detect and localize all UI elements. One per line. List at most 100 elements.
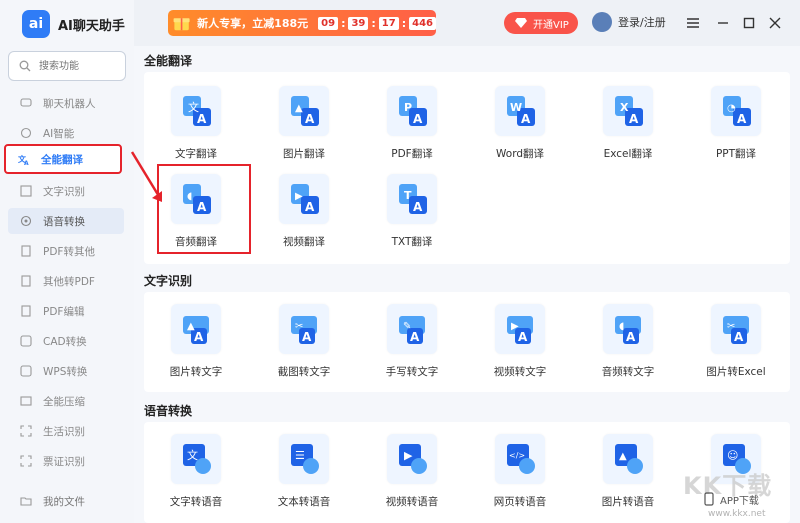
svg-text:A: A bbox=[24, 160, 29, 165]
tile-glyph: X bbox=[620, 101, 629, 114]
tile-icon-box: TA bbox=[387, 174, 437, 224]
sidebar-item-pdf-to-other[interactable]: PDF转其他 bbox=[8, 238, 124, 264]
tile-image-translate[interactable]: ▲ A 图片翻译 bbox=[256, 86, 352, 166]
tile-label: 视频翻译 bbox=[283, 236, 325, 248]
tile-word-translate[interactable]: WA Word翻译 bbox=[472, 86, 568, 166]
tile-image-to-speech[interactable]: ▲ 图片转语音 bbox=[580, 434, 676, 514]
app-download-button[interactable]: APP下载 bbox=[704, 488, 774, 510]
avatar bbox=[592, 12, 612, 32]
tile-audio-to-text[interactable]: ◖ A 音频转文字 bbox=[580, 304, 676, 384]
sidebar-item-ocr[interactable]: 文字识别 bbox=[8, 178, 124, 204]
sidebar-item-life-scan[interactable]: 生活识别 bbox=[8, 418, 124, 444]
tile-image-to-text[interactable]: ▲ A 图片转文字 bbox=[148, 304, 244, 384]
section-title-ocr: 文字识别 bbox=[144, 274, 193, 288]
svg-text:A: A bbox=[305, 112, 315, 126]
sidebar-item-compress[interactable]: 全能压缩 bbox=[8, 388, 124, 414]
text-to-speech-icon: 文 bbox=[183, 444, 211, 474]
minimize-button[interactable] bbox=[714, 14, 732, 32]
sidebar-item-label: WPS转换 bbox=[43, 365, 88, 378]
tile-pdf-translate[interactable]: PA PDF翻译 bbox=[364, 86, 460, 166]
menu-button[interactable] bbox=[684, 14, 702, 32]
svg-text:A: A bbox=[518, 330, 528, 344]
tile-icon-box: ◖ A bbox=[603, 304, 653, 354]
maximize-button[interactable] bbox=[740, 14, 758, 32]
tile-icon-box: ✂ A bbox=[279, 304, 329, 354]
tile-video-to-text[interactable]: ▶ A 视频转文字 bbox=[472, 304, 568, 384]
tile-glyph: P bbox=[404, 101, 412, 114]
svg-text:A: A bbox=[302, 330, 312, 344]
sidebar-item-wps[interactable]: WPS转换 bbox=[8, 358, 124, 384]
tile-label: 图片翻译 bbox=[283, 148, 325, 160]
tile-screenshot-to-text[interactable]: ✂ A 截图转文字 bbox=[256, 304, 352, 384]
section-title-translate: 全能翻译 bbox=[144, 54, 193, 68]
tile-icon-box: ▶ A bbox=[279, 174, 329, 224]
ticket-icon bbox=[20, 455, 32, 467]
tile-webpage-to-speech[interactable]: </> 网页转语音 bbox=[472, 434, 568, 514]
sidebar-item-label: PDF编辑 bbox=[43, 305, 85, 318]
image-to-text-icon: ▲A bbox=[183, 316, 209, 344]
close-button[interactable] bbox=[766, 14, 784, 32]
tile-image-to-excel[interactable]: ✂ A 图片转Excel bbox=[688, 304, 784, 384]
vip-button[interactable]: 开通VIP bbox=[504, 12, 578, 34]
pdf-translate-icon: PA bbox=[399, 96, 427, 126]
tile-icon-box: ▲ A bbox=[279, 86, 329, 136]
svg-text:A: A bbox=[197, 112, 207, 126]
sidebar-item-label: PDF转其他 bbox=[43, 245, 95, 258]
timer-minutes: 39 bbox=[348, 16, 369, 30]
tile-video-to-speech[interactable]: ▶ 视频转语音 bbox=[364, 434, 460, 514]
sidebar-item-label: 全能压缩 bbox=[43, 395, 85, 408]
countdown-timer: 09: 39: 17: 446 bbox=[318, 16, 436, 30]
sidebar-item-my-files[interactable]: 我的文件 bbox=[8, 490, 124, 512]
ppt-translate-icon: ◔A bbox=[723, 96, 751, 126]
sidebar-item-label: 生活识别 bbox=[43, 425, 85, 438]
tile-text-to-speech[interactable]: 文 文字转语音 bbox=[148, 434, 244, 514]
tile-icon-box: ◔ A bbox=[711, 86, 761, 136]
translate-icon: 文A bbox=[18, 154, 29, 165]
tile-glyph: </> bbox=[509, 451, 525, 460]
svg-text:A: A bbox=[737, 112, 747, 126]
maximize-icon bbox=[743, 17, 755, 29]
tile-doc-to-speech[interactable]: ☰ 文本转语音 bbox=[256, 434, 352, 514]
search-box[interactable] bbox=[8, 51, 126, 81]
text-translate-icon: 文A bbox=[183, 96, 211, 126]
promo-banner[interactable]: 新人专享，立减188元 09: 39: 17: 446 bbox=[168, 10, 436, 36]
arrow-icon bbox=[130, 151, 162, 202]
tile-handwriting-to-text[interactable]: ✎ A 手写转文字 bbox=[364, 304, 460, 384]
tile-txt-translate[interactable]: TA TXT翻译 bbox=[364, 174, 460, 254]
tile-label: 图片转语音 bbox=[601, 496, 655, 508]
menu-icon bbox=[687, 18, 699, 28]
diamond-icon bbox=[515, 18, 527, 28]
sidebar-item-ticket[interactable]: 票证识别 bbox=[8, 448, 124, 474]
login-button[interactable]: 登录/注册 bbox=[592, 12, 666, 32]
tile-glyph: ◔ bbox=[727, 103, 736, 114]
tile-label: 网页转语音 bbox=[493, 496, 547, 508]
sidebar-item-label: AI智能 bbox=[43, 127, 75, 140]
tile-video-translate[interactable]: ▶ A 视频翻译 bbox=[256, 174, 352, 254]
tile-glyph: T bbox=[404, 189, 412, 202]
sidebar-item-cad[interactable]: CAD转换 bbox=[8, 328, 124, 354]
tile-excel-translate[interactable]: XA Excel翻译 bbox=[580, 86, 676, 166]
tile-glyph: ☺ bbox=[727, 449, 738, 462]
main-content: 全能翻译 文A 文字翻译 ▲A 图片翻译 PA PDF翻译 WA Word翻译 bbox=[134, 46, 800, 523]
tile-icon-box: ▶ bbox=[387, 434, 437, 484]
sidebar-item-label: 票证识别 bbox=[43, 455, 85, 468]
sidebar: ai AI聊天助手 聊天机器人 AI智能 文A 全能翻译 文字识别 语音转换 P… bbox=[0, 0, 134, 523]
sidebar-item-ai[interactable]: AI智能 bbox=[8, 120, 124, 146]
sidebar-item-label: 文字识别 bbox=[43, 185, 85, 198]
svg-text:A: A bbox=[521, 112, 531, 126]
excel-translate-icon: XA bbox=[615, 96, 643, 126]
sidebar-item-other-to-pdf[interactable]: 其他转PDF bbox=[8, 268, 124, 294]
sidebar-item-label: 其他转PDF bbox=[43, 275, 95, 288]
sidebar-item-translate[interactable]: 文A 全能翻译 bbox=[4, 144, 122, 174]
search-input[interactable] bbox=[37, 59, 111, 73]
pdf-edit-icon bbox=[21, 305, 31, 317]
folder-icon bbox=[20, 497, 32, 506]
sidebar-item-voice[interactable]: 语音转换 bbox=[8, 208, 124, 234]
tile-ppt-translate[interactable]: ◔ A PPT翻译 bbox=[688, 86, 784, 166]
sidebar-item-chatbot[interactable]: 聊天机器人 bbox=[8, 90, 124, 116]
svg-text:A: A bbox=[629, 112, 639, 126]
sidebar-item-pdf-edit[interactable]: PDF编辑 bbox=[8, 298, 124, 324]
tile-glyph: ▲ bbox=[295, 103, 303, 114]
pdf-icon bbox=[21, 245, 31, 257]
sidebar-item-label: 语音转换 bbox=[43, 215, 85, 228]
